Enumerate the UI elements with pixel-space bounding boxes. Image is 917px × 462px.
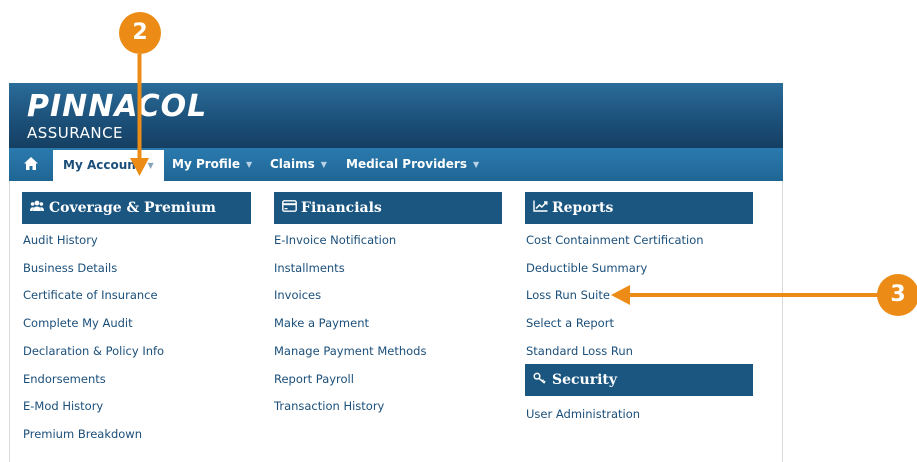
annotation-arrows	[130, 54, 878, 305]
callout-badge-step-2: 2	[119, 12, 161, 54]
arrow-step-2	[130, 54, 149, 176]
callout-badge-step-3: 3	[877, 274, 917, 316]
arrow-step-3	[611, 285, 878, 305]
